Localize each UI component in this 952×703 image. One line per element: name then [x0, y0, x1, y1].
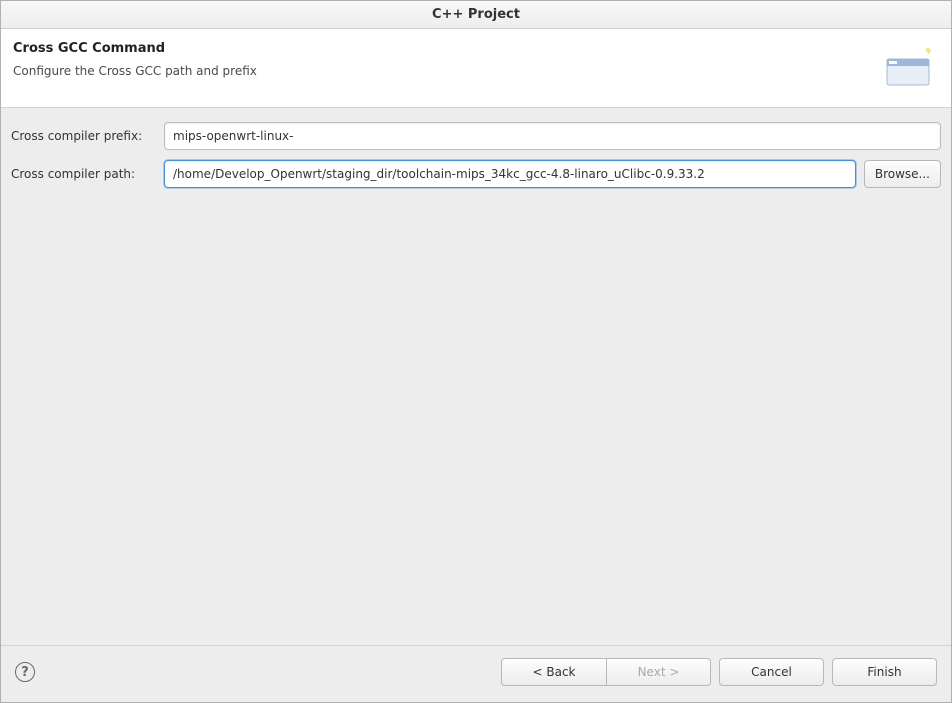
browse-button[interactable]: Browse...: [864, 160, 941, 188]
wizard-title: Cross GCC Command: [13, 41, 257, 56]
back-button[interactable]: < Back: [501, 658, 606, 686]
path-label: Cross compiler path:: [11, 167, 156, 181]
back-next-pair: < Back Next >: [501, 658, 711, 686]
window-titlebar: C++ Project: [1, 1, 951, 29]
window-title: C++ Project: [432, 7, 520, 22]
cross-compiler-prefix-input[interactable]: [164, 122, 941, 150]
cross-compiler-path-input[interactable]: [164, 160, 856, 188]
wizard-banner-icon: [883, 41, 935, 93]
wizard-content: Cross compiler prefix: Cross compiler pa…: [1, 108, 951, 645]
finish-button[interactable]: Finish: [832, 658, 937, 686]
wizard-header-text: Cross GCC Command Configure the Cross GC…: [13, 41, 257, 78]
help-button[interactable]: ?: [15, 662, 35, 682]
help-icon: ?: [21, 665, 29, 680]
wizard-header: Cross GCC Command Configure the Cross GC…: [1, 29, 951, 108]
prefix-label: Cross compiler prefix:: [11, 129, 156, 143]
wizard-description: Configure the Cross GCC path and prefix: [13, 64, 257, 78]
wizard-nav-buttons: < Back Next > Cancel Finish: [501, 658, 937, 686]
path-row: Cross compiler path: Browse...: [11, 160, 941, 188]
prefix-row: Cross compiler prefix:: [11, 122, 941, 150]
next-button: Next >: [606, 658, 711, 686]
cancel-button[interactable]: Cancel: [719, 658, 824, 686]
wizard-footer: ? < Back Next > Cancel Finish: [1, 645, 951, 702]
wizard-window: C++ Project Cross GCC Command Configure …: [0, 0, 952, 703]
